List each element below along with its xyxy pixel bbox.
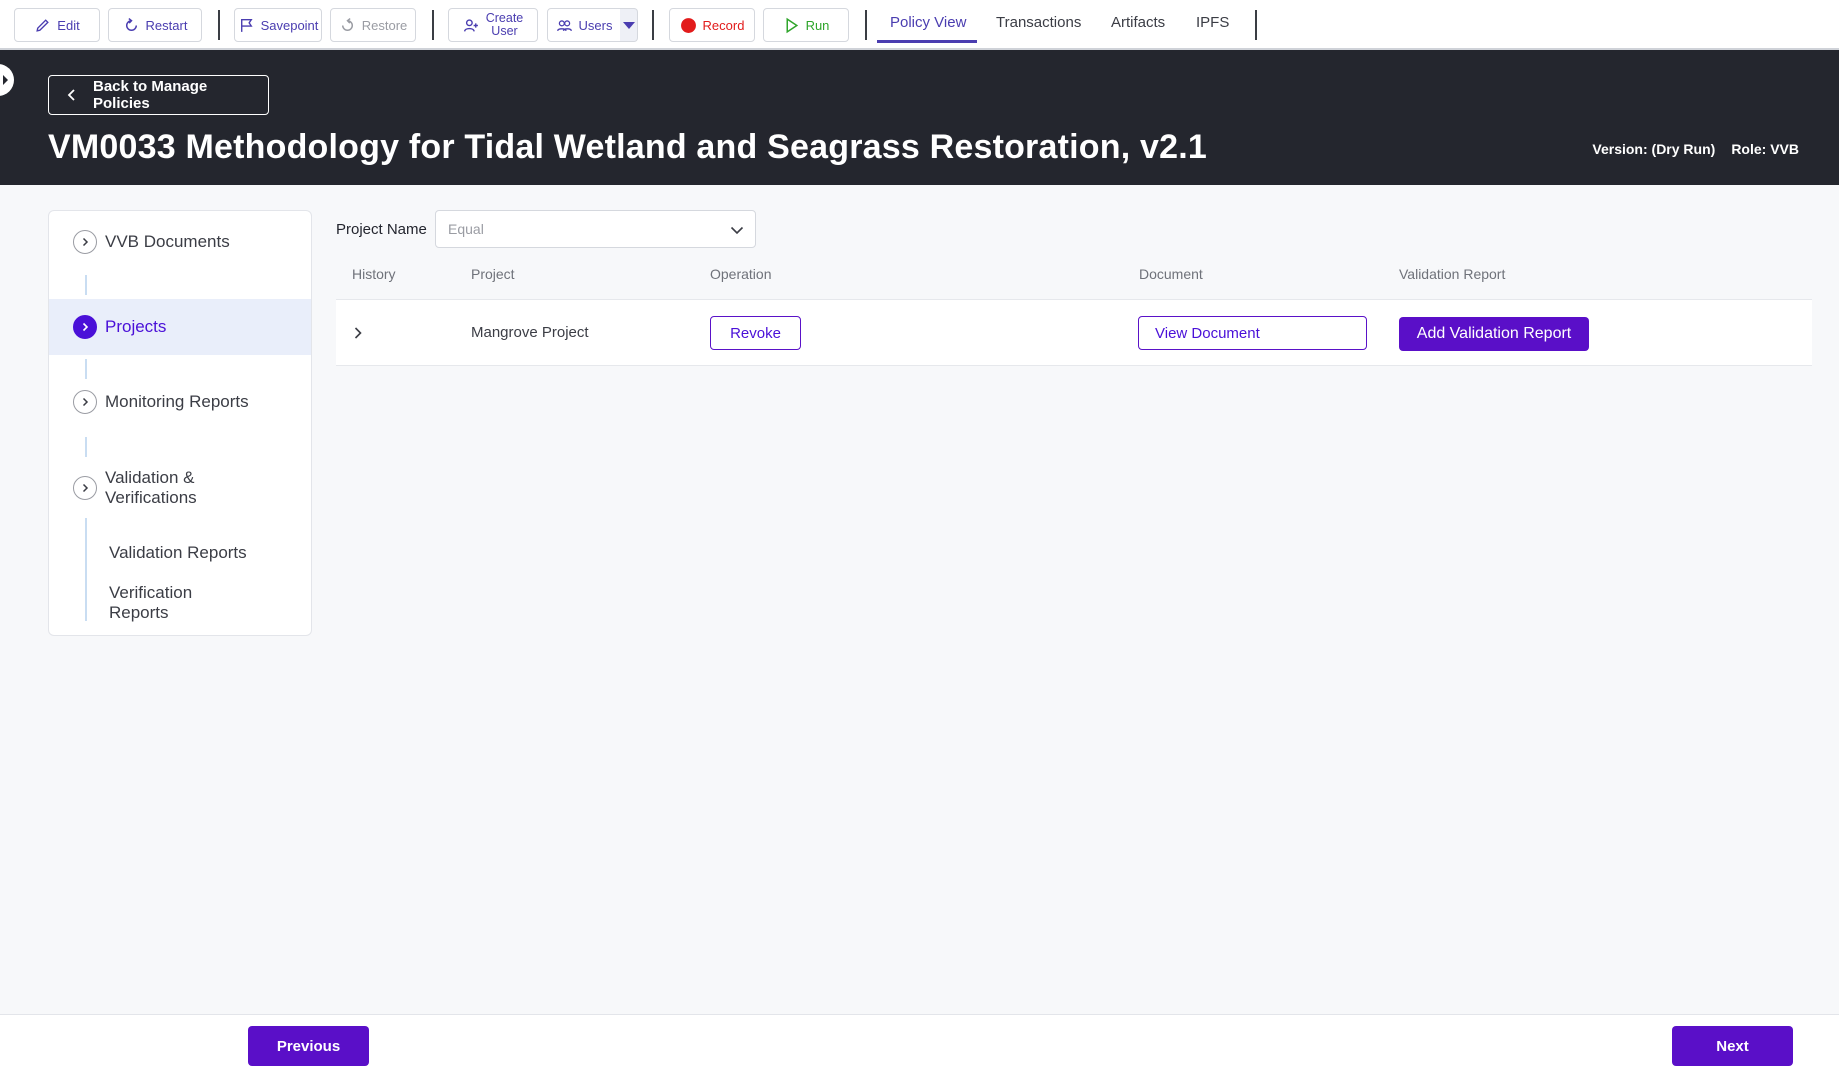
filter-select-value: Equal — [448, 221, 484, 237]
pencil-icon — [36, 18, 50, 32]
nav-item-validation-verifications[interactable]: Validation & Verifications — [49, 466, 311, 510]
tab-artifacts[interactable]: Artifacts — [1111, 14, 1165, 31]
chevron-left-icon — [67, 89, 75, 101]
savepoint-label: Savepoint — [260, 17, 319, 33]
chevron-right-icon — [73, 476, 97, 500]
users-icon — [556, 19, 572, 31]
restart-icon — [125, 17, 137, 31]
sub-item-verification-reports[interactable]: Verification Reports — [109, 583, 229, 623]
run-label: Run — [805, 17, 830, 33]
create-user-label-line1: Create — [485, 11, 524, 25]
savepoint-button[interactable]: Savepoint — [234, 8, 322, 42]
nav-connector — [85, 359, 87, 379]
column-header-operation: Operation — [710, 266, 772, 282]
users-dropdown-toggle[interactable] — [620, 8, 638, 42]
play-icon — [786, 17, 798, 33]
tab-transactions[interactable]: Transactions — [996, 14, 1081, 31]
toolbar-divider — [432, 10, 434, 40]
toolbar-divider — [1255, 10, 1257, 40]
nav-subtree-line — [85, 518, 87, 621]
flag-icon — [240, 18, 253, 32]
chevron-right-icon — [3, 75, 8, 85]
restore-button[interactable]: Restore — [330, 8, 416, 42]
record-button[interactable]: Record — [669, 8, 755, 42]
revoke-button[interactable]: Revoke — [710, 316, 801, 350]
view-document-button[interactable]: View Document — [1138, 316, 1367, 350]
caret-down-icon — [622, 21, 635, 29]
chevron-down-icon — [730, 226, 744, 235]
project-name-filter-select[interactable]: Equal — [435, 210, 756, 248]
add-user-icon — [463, 18, 478, 32]
page-title: VM0033 Methodology for Tidal Wetland and… — [48, 128, 1207, 166]
policy-steps-nav: VVB Documents Projects Monitoring Report… — [48, 210, 312, 636]
project-cell: Mangrove Project — [471, 324, 589, 341]
toolbar-divider — [218, 10, 220, 40]
restart-button[interactable]: Restart — [108, 8, 202, 42]
chevron-right-icon — [73, 390, 97, 414]
column-header-history: History — [352, 266, 396, 282]
role-label: Role: VVB — [1731, 141, 1799, 157]
back-label: Back to Manage Policies — [93, 78, 208, 112]
nav-item-vvb-documents[interactable]: VVB Documents — [49, 227, 311, 257]
create-user-label-line2: User — [491, 24, 518, 38]
version-label: Version: (Dry Run) — [1592, 141, 1716, 157]
nav-item-label: Validation & Verifications — [105, 468, 197, 507]
chevron-right-icon — [73, 230, 97, 254]
policy-meta: Version: (Dry Run) Role: VVB — [1592, 141, 1799, 157]
nav-item-projects[interactable]: Projects — [49, 299, 311, 355]
create-user-label: Create User — [486, 12, 524, 38]
tab-ipfs[interactable]: IPFS — [1196, 14, 1229, 31]
nav-item-label: Projects — [105, 317, 167, 336]
users-button[interactable]: Users — [547, 8, 621, 42]
toolbar-divider — [652, 10, 654, 40]
restart-label: Restart — [145, 17, 188, 33]
run-button[interactable]: Run — [763, 8, 849, 42]
edit-label: Edit — [57, 17, 80, 33]
record-icon — [680, 17, 696, 33]
nav-item-monitoring-reports[interactable]: Monitoring Reports — [49, 387, 311, 417]
project-name-filter-label: Project Name — [336, 221, 427, 238]
back-to-manage-policies-button[interactable]: Back to Manage Policies — [48, 75, 269, 115]
record-label: Record — [702, 17, 745, 33]
column-header-document: Document — [1139, 266, 1203, 282]
undo-icon — [341, 17, 353, 31]
create-user-button[interactable]: Create User — [448, 8, 538, 42]
next-button[interactable]: Next — [1672, 1026, 1793, 1066]
users-label: Users — [578, 17, 613, 33]
column-header-project: Project — [471, 266, 515, 282]
nav-connector — [85, 437, 87, 457]
add-validation-report-button[interactable]: Add Validation Report — [1399, 317, 1589, 351]
sub-item-validation-reports[interactable]: Validation Reports — [109, 543, 247, 563]
expand-history-icon[interactable] — [350, 325, 366, 341]
previous-button[interactable]: Previous — [248, 1026, 369, 1066]
edit-button[interactable]: Edit — [14, 8, 100, 42]
column-header-validation-report: Validation Report — [1399, 266, 1506, 282]
active-tab-indicator — [877, 40, 977, 43]
nav-item-label: VVB Documents — [105, 232, 230, 251]
tab-policy-view[interactable]: Policy View — [890, 14, 966, 31]
chevron-right-icon — [73, 315, 97, 339]
nav-connector — [85, 275, 87, 295]
toolbar: Edit Restart Savepoint Restore Create Use… — [0, 0, 1839, 50]
restore-label: Restore — [361, 17, 408, 33]
nav-item-label: Monitoring Reports — [105, 392, 249, 411]
toolbar-divider — [865, 10, 867, 40]
